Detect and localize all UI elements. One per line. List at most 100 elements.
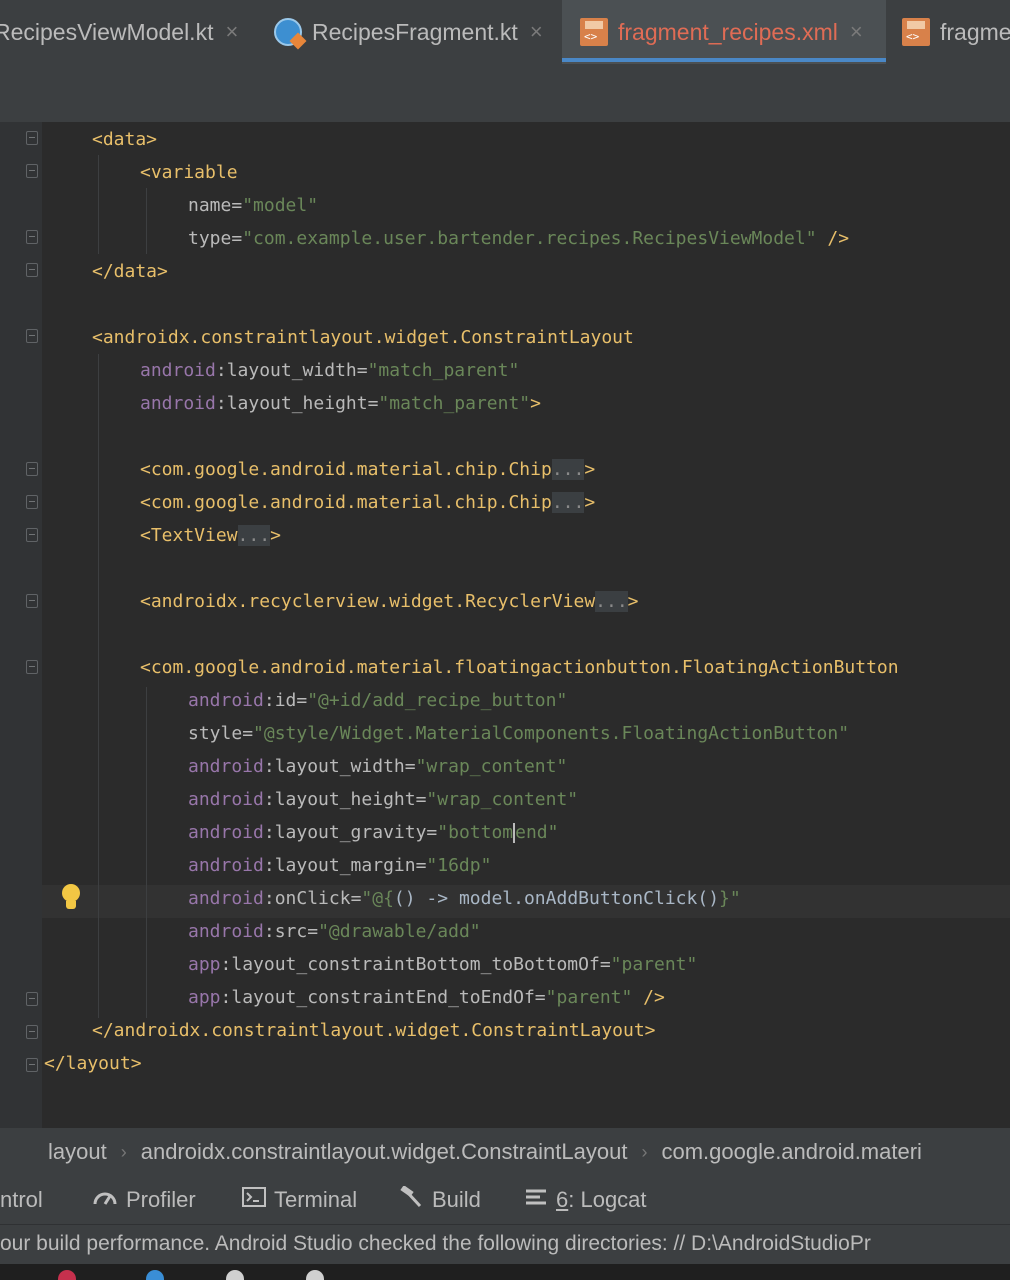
code-line-8: android:layout_width="match_parent"	[140, 354, 519, 387]
status-bar: our build performance. Android Studio ch…	[0, 1224, 1010, 1265]
tool-window-logcat[interactable]: 6: Logcat	[524, 1176, 647, 1224]
xml-tag-end: >	[530, 393, 541, 414]
fold-marker[interactable]	[26, 164, 38, 178]
tool-window-bar: ntrol Profiler Terminal Build 6: Logcat	[0, 1176, 1010, 1224]
taskbar-app-icon[interactable]	[58, 1270, 76, 1280]
xml-tag: </data>	[92, 261, 168, 282]
taskbar-app-icon[interactable]	[226, 1270, 244, 1280]
tab-recipes-viewmodel[interactable]: RecipesViewModel.kt ×	[0, 0, 244, 64]
equals-sign: =	[426, 822, 438, 843]
xml-namespace: android	[140, 360, 216, 381]
fold-marker[interactable]	[26, 462, 38, 476]
fold-marker[interactable]	[26, 263, 38, 277]
fold-marker[interactable]	[26, 1058, 38, 1072]
tool-window-label: : Logcat	[568, 1187, 647, 1212]
xml-namespace: android	[188, 888, 264, 909]
indent-guide	[146, 188, 147, 254]
code-line-25: android:src="@drawable/add"	[188, 915, 481, 948]
code-line-22: android:layout_gravity="bottom end"	[188, 816, 558, 849]
folded-region[interactable]: ...	[595, 591, 628, 612]
fold-marker[interactable]	[26, 329, 38, 343]
fold-marker[interactable]	[26, 230, 38, 244]
tab-label: RecipesViewModel.kt	[0, 18, 214, 45]
lightbulb-icon[interactable]	[60, 884, 82, 914]
indent-guide	[146, 687, 147, 1018]
xml-tag-end: >	[584, 459, 596, 480]
fold-marker[interactable]	[26, 131, 38, 145]
breadcrumb-item-constraintlayout[interactable]: androidx.constraintlayout.widget.Constra…	[141, 1139, 628, 1165]
fold-marker[interactable]	[26, 660, 38, 674]
taskbar-app-icon[interactable]	[306, 1270, 324, 1280]
code-line-2: <variable	[140, 156, 238, 189]
tab-recipes-fragment[interactable]: RecipesFragment.kt ×	[274, 0, 554, 64]
xml-namespace: app	[188, 987, 221, 1008]
xml-value: }"	[719, 888, 741, 909]
equals-sign: =	[534, 987, 546, 1008]
folded-region[interactable]: ...	[551, 492, 585, 513]
close-icon[interactable]: ×	[850, 19, 863, 45]
xml-value: "model"	[242, 195, 319, 216]
equals-sign: =	[307, 921, 319, 942]
code-line-28: </androidx.constraintlayout.widget.Const…	[92, 1014, 656, 1047]
xml-tag: <com.google.android.material.chip.Chip	[140, 492, 552, 513]
tool-window-terminal[interactable]: Terminal	[242, 1176, 357, 1224]
code-line-11: <com.google.android.material.chip.Chip..…	[140, 453, 595, 486]
code-line-3: name="model"	[188, 189, 318, 222]
code-line-1: <data>	[92, 123, 157, 156]
fold-marker[interactable]	[26, 495, 38, 509]
xml-value: "wrap_content"	[415, 756, 568, 777]
xml-tag: <data>	[92, 129, 158, 150]
taskbar-app-icon[interactable]	[146, 1270, 164, 1280]
xml-value: "match_parent"	[378, 393, 531, 414]
xml-tag-end: />	[632, 987, 665, 1008]
xml-tag: <androidx.recyclerview.widget.RecyclerVi…	[140, 591, 596, 612]
tab-label: fragme	[940, 18, 1010, 45]
breadcrumb-item-fab[interactable]: com.google.android.materi	[661, 1139, 921, 1165]
status-message[interactable]: our build performance. Android Studio ch…	[0, 1232, 871, 1255]
code-line-4: type="com.example.user.bartender.recipes…	[188, 222, 849, 255]
breadcrumb: layout › androidx.constraintlayout.widge…	[0, 1128, 1010, 1176]
xml-attribute: :layout_height	[215, 393, 368, 414]
fold-marker[interactable]	[26, 992, 38, 1006]
equals-sign: =	[231, 228, 243, 249]
os-taskbar	[0, 1264, 1010, 1280]
xml-namespace: android	[188, 756, 264, 777]
equals-sign: =	[415, 855, 427, 876]
equals-sign: =	[231, 195, 243, 216]
close-icon[interactable]: ×	[225, 19, 238, 45]
tab-fragme[interactable]: fragme	[902, 0, 1010, 64]
xml-namespace: android	[140, 393, 216, 414]
code-line-15: <androidx.recyclerview.widget.RecyclerVi…	[140, 585, 639, 618]
xml-attribute: :layout_height	[263, 789, 416, 810]
folded-region[interactable]: ...	[551, 459, 585, 480]
close-icon[interactable]: ×	[530, 19, 543, 45]
xml-tag: <androidx.constraintlayout.widget.Constr…	[92, 327, 634, 348]
xml-value: "16dp"	[426, 855, 492, 876]
breadcrumb-item-layout[interactable]: layout	[48, 1139, 107, 1165]
fold-marker[interactable]	[26, 1025, 38, 1039]
folded-region[interactable]: ...	[237, 525, 271, 546]
code-line-17: <com.google.android.material.floatingact…	[140, 651, 899, 684]
tool-window-version-control[interactable]: ntrol	[0, 1176, 43, 1224]
tool-window-profiler[interactable]: Profiler	[92, 1176, 196, 1224]
xml-value: "parent"	[610, 954, 698, 975]
tool-window-label: Terminal	[274, 1187, 358, 1212]
code-line-29: </layout>	[44, 1047, 142, 1080]
tool-window-label: Profiler	[126, 1187, 196, 1212]
chevron-right-icon: ›	[641, 1141, 648, 1162]
xml-attribute: :layout_margin	[263, 855, 416, 876]
tool-window-build[interactable]: Build	[398, 1176, 481, 1224]
tab-label: fragment_recipes.xml	[618, 18, 838, 45]
chevron-right-icon: ›	[120, 1141, 127, 1162]
code-editor[interactable]: <data> <variable name="model" type="com.…	[0, 122, 1010, 1128]
xml-tag-end: />	[816, 228, 850, 249]
fold-marker[interactable]	[26, 528, 38, 542]
fold-marker[interactable]	[26, 594, 38, 608]
indent-guide	[98, 354, 99, 1018]
code-line-19: style="@style/Widget.MaterialComponents.…	[188, 717, 849, 750]
xml-tag-end: >	[627, 591, 639, 612]
binding-expression: () -> model.onAddButtonClick()	[393, 888, 720, 909]
tab-fragment-recipes-xml[interactable]: fragment_recipes.xml ×	[562, 0, 886, 64]
gauge-icon	[92, 1187, 118, 1213]
xml-attribute: :layout_constraintBottom_toBottomOf	[220, 954, 600, 975]
